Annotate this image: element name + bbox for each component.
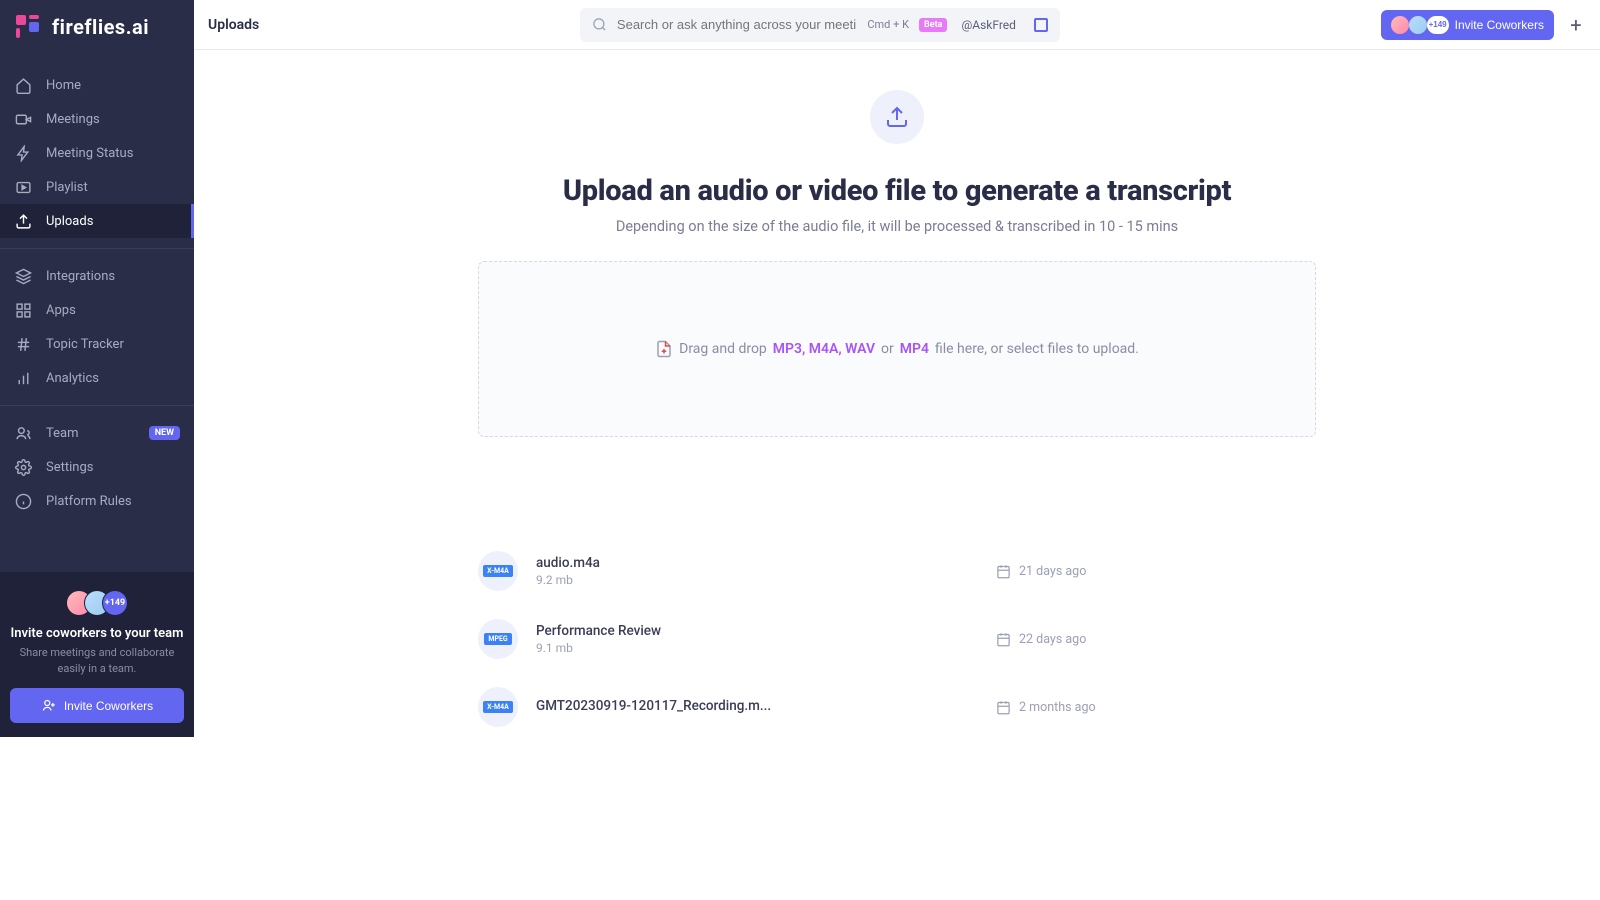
dropzone[interactable]: Drag and drop MP3, M4A, WAV or MP4 file …	[478, 261, 1316, 437]
file-size: 9.2 mb	[536, 573, 978, 587]
button-label: Invite Coworkers	[1455, 18, 1544, 32]
plus-button[interactable]: +	[1566, 15, 1586, 35]
fireflies-logo-icon	[14, 13, 42, 41]
avatar	[1391, 16, 1409, 34]
file-name: Performance Review	[536, 623, 978, 639]
hero-title: Upload an audio or video file to generat…	[194, 174, 1600, 208]
topbar: Uploads Cmd + K Beta @AskFred +149 Invit…	[194, 0, 1600, 50]
gear-icon	[14, 458, 32, 476]
sidebar-item-label: Team	[46, 426, 79, 441]
brand-name: fireflies.ai	[52, 15, 149, 39]
sidebar-item-label: Apps	[46, 303, 76, 318]
info-icon	[14, 492, 32, 510]
avatar-stack: +149	[10, 590, 184, 616]
dz-post: file here, or select files to upload.	[935, 341, 1139, 357]
playlist-icon	[14, 178, 32, 196]
layers-icon	[14, 267, 32, 285]
dz-formats1: MP3, M4A, WAV	[773, 341, 875, 357]
sidebar-item-topic-tracker[interactable]: Topic Tracker	[0, 327, 194, 361]
sidebar-item-label: Meetings	[46, 112, 100, 127]
sidebar-item-uploads[interactable]: Uploads	[0, 204, 194, 238]
sidebar-item-label: Uploads	[46, 214, 93, 229]
file-type-icon: MPEG	[478, 619, 518, 659]
upload-icon	[14, 212, 32, 230]
divider	[0, 405, 194, 406]
sidebar-item-label: Playlist	[46, 180, 88, 195]
keyboard-shortcut: Cmd + K	[867, 18, 909, 31]
video-icon	[14, 110, 32, 128]
sidebar-item-platform-rules[interactable]: Platform Rules	[0, 484, 194, 518]
file-list: X-M4A audio.m4a 9.2 mb 21 days ago MPEG …	[478, 537, 1316, 737]
dz-or: or	[881, 341, 894, 357]
file-row[interactable]: X-M4A GMT20230919-120117_Recording.m... …	[478, 673, 1316, 737]
upload-circle-icon	[870, 90, 924, 144]
hero-subtitle: Depending on the size of the audio file,…	[194, 218, 1600, 235]
footer-title: Invite coworkers to your team	[10, 626, 184, 641]
search-input[interactable]	[617, 17, 857, 32]
page-title: Uploads	[208, 17, 259, 33]
search-icon	[592, 17, 607, 32]
sidebar-item-label: Analytics	[46, 371, 99, 386]
sidebar-item-label: Meeting Status	[46, 146, 133, 161]
bar-chart-icon	[14, 369, 32, 387]
users-icon	[14, 424, 32, 442]
sidebar-item-integrations[interactable]: Integrations	[0, 259, 194, 293]
footer-subtitle: Share meetings and collaborate easily in…	[10, 645, 184, 676]
sidebar-item-team[interactable]: Team NEW	[0, 416, 194, 450]
sidebar-item-label: Platform Rules	[46, 494, 132, 509]
file-type-icon: X-M4A	[478, 687, 518, 727]
new-badge: NEW	[149, 426, 180, 440]
file-date: 2 months ago	[1019, 700, 1096, 715]
upload-hero: Upload an audio or video file to generat…	[194, 90, 1600, 437]
dz-formats2: MP4	[900, 341, 929, 357]
file-type-icon: X-M4A	[478, 551, 518, 591]
file-row[interactable]: MPEG Performance Review 9.1 mb 22 days a…	[478, 605, 1316, 673]
dz-text: Drag and drop	[679, 341, 767, 357]
divider	[0, 248, 194, 249]
file-name: GMT20230919-120117_Recording.m...	[536, 698, 978, 714]
sidebar-item-analytics[interactable]: Analytics	[0, 361, 194, 395]
file-plus-icon	[655, 340, 673, 358]
sidebar-item-meetings[interactable]: Meetings	[0, 102, 194, 136]
sidebar-item-label: Integrations	[46, 269, 115, 284]
sidebar-item-meeting-status[interactable]: Meeting Status	[0, 136, 194, 170]
sidebar-item-label: Topic Tracker	[46, 337, 124, 352]
avatar	[1409, 16, 1427, 34]
bolt-icon	[14, 144, 32, 162]
beta-badge: Beta	[919, 18, 947, 32]
askfred-label: @AskFred	[961, 18, 1015, 32]
stop-icon[interactable]	[1034, 18, 1048, 32]
button-label: Invite Coworkers	[64, 699, 153, 713]
file-name: audio.m4a	[536, 555, 978, 571]
file-date: 21 days ago	[1019, 564, 1086, 579]
sidebar-footer: +149 Invite coworkers to your team Share…	[0, 572, 194, 737]
hash-icon	[14, 335, 32, 353]
invite-coworkers-button[interactable]: Invite Coworkers	[10, 688, 184, 723]
search-box[interactable]: Cmd + K Beta @AskFred	[580, 8, 1060, 42]
sidebar-item-settings[interactable]: Settings	[0, 450, 194, 484]
file-date: 22 days ago	[1019, 632, 1086, 647]
sidebar-item-label: Home	[46, 78, 81, 93]
sidebar-item-playlist[interactable]: Playlist	[0, 170, 194, 204]
avatar-count: +149	[1427, 16, 1449, 34]
sidebar-item-label: Settings	[46, 460, 93, 475]
add-user-icon	[41, 698, 56, 713]
home-icon	[14, 76, 32, 94]
calendar-icon	[996, 564, 1011, 579]
grid-icon	[14, 301, 32, 319]
sidebar-item-apps[interactable]: Apps	[0, 293, 194, 327]
top-invite-button[interactable]: +149 Invite Coworkers	[1381, 10, 1554, 40]
calendar-icon	[996, 700, 1011, 715]
calendar-icon	[996, 632, 1011, 647]
sidebar: fireflies.ai Home Meetings Meeting Statu…	[0, 0, 194, 737]
brand-logo[interactable]: fireflies.ai	[0, 0, 194, 54]
file-size: 9.1 mb	[536, 641, 978, 655]
sidebar-item-home[interactable]: Home	[0, 68, 194, 102]
file-row[interactable]: X-M4A audio.m4a 9.2 mb 21 days ago	[478, 537, 1316, 605]
avatar-count: +149	[102, 590, 128, 616]
